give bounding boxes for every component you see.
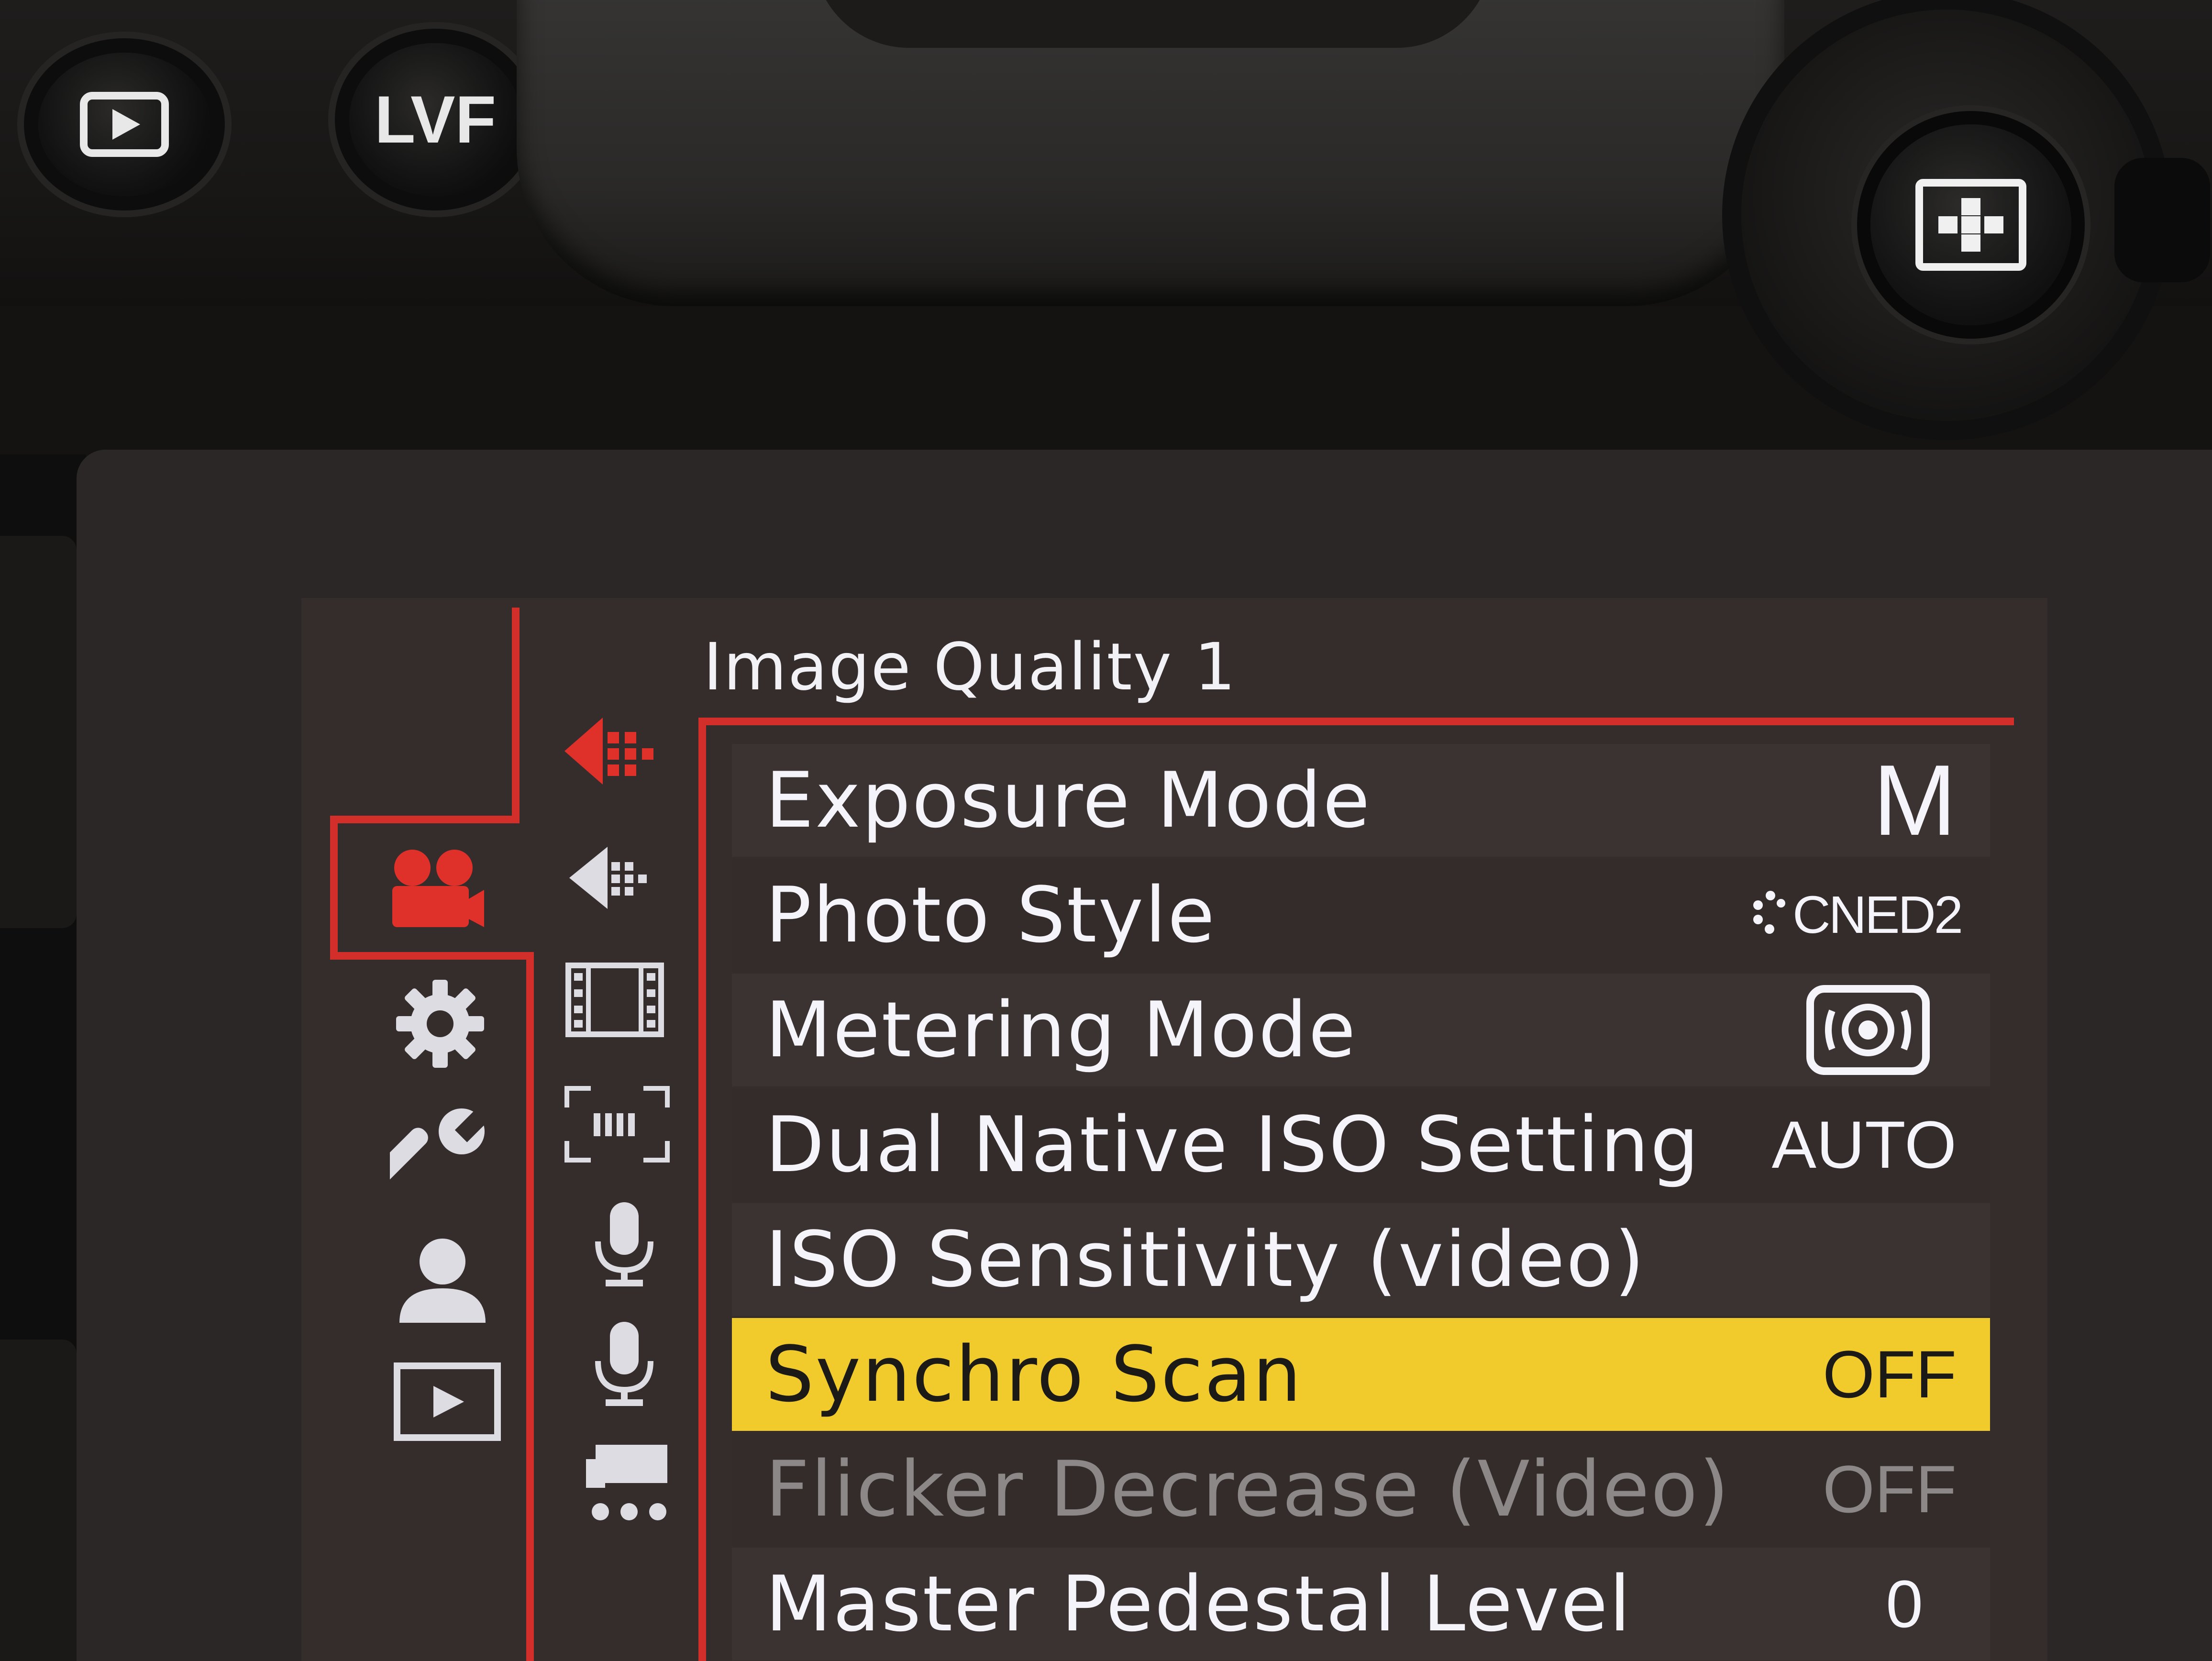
menu-item-label: Metering Mode bbox=[765, 985, 1357, 1074]
hinge-tab bbox=[0, 1340, 77, 1661]
menu-item-label: Master Pedestal Level bbox=[765, 1559, 1632, 1649]
menu-frame-line bbox=[512, 608, 520, 823]
menu-item-label: Dual Native ISO Setting bbox=[765, 1100, 1701, 1189]
menu-item-value: OFF bbox=[1823, 1451, 1957, 1527]
category-my-menu[interactable] bbox=[387, 1225, 498, 1335]
menu-item-label: Exposure Mode bbox=[765, 755, 1371, 845]
focus-icon bbox=[564, 1086, 670, 1163]
af-area-button[interactable] bbox=[1870, 124, 2071, 325]
category-video[interactable] bbox=[373, 842, 498, 938]
menu-item-iso-sensitivity-video[interactable]: ISO Sensitivity (video) bbox=[732, 1203, 1990, 1316]
menu-item-value: 0 bbox=[1886, 1566, 1923, 1641]
gear-icon bbox=[396, 980, 484, 1068]
dial-lever[interactable] bbox=[2114, 158, 2210, 282]
menu-item-dual-native-iso[interactable]: Dual Native ISO Setting AUTO bbox=[732, 1088, 1990, 1201]
subtab-audio-2[interactable] bbox=[579, 1316, 670, 1411]
video-camera-icon bbox=[392, 850, 484, 927]
photo-style-value: CNED2 bbox=[1792, 886, 1963, 944]
menu-item-flicker-decrease[interactable]: Flicker Decrease (Video) OFF bbox=[732, 1433, 1990, 1546]
person-icon bbox=[399, 1239, 486, 1323]
subtab-monitor[interactable] bbox=[579, 1435, 675, 1531]
subtab-image-quality-2[interactable] bbox=[560, 832, 670, 923]
menu-item-label: Photo Style bbox=[765, 870, 1217, 960]
menu-item-exposure-mode[interactable]: Exposure Mode M bbox=[732, 744, 1990, 857]
menu-item-label: ISO Sensitivity (video) bbox=[765, 1215, 1646, 1304]
playback-button[interactable] bbox=[38, 53, 210, 196]
subtab-focus[interactable] bbox=[560, 1081, 675, 1167]
menu-frame-line bbox=[698, 718, 706, 1661]
hinge-tab bbox=[0, 536, 77, 928]
category-custom[interactable] bbox=[383, 971, 498, 1076]
menu-item-synchro-scan[interactable]: Synchro Scan OFF bbox=[732, 1318, 1990, 1431]
monitor-display-icon bbox=[586, 1445, 667, 1520]
lvf-button[interactable]: LVF bbox=[349, 43, 521, 196]
subtab-image-quality-1[interactable] bbox=[555, 703, 670, 799]
photo-style-icon bbox=[1753, 891, 1786, 934]
menu-frame-line bbox=[526, 952, 534, 1661]
menu-item-master-pedestal[interactable]: Master Pedestal Level 0 bbox=[732, 1548, 1990, 1661]
subtab-audio-1[interactable] bbox=[579, 1196, 670, 1292]
menu-item-photo-style[interactable]: Photo Style CNED2 bbox=[732, 859, 1990, 972]
menu-item-value: CNED2 bbox=[1751, 859, 1963, 972]
wrench-icon bbox=[390, 1108, 487, 1185]
category-playback[interactable] bbox=[387, 1354, 507, 1450]
category-setup[interactable] bbox=[383, 1096, 498, 1210]
playback-icon bbox=[80, 92, 169, 157]
microphone-2-icon bbox=[595, 1322, 653, 1406]
menu-item-metering-mode[interactable]: Metering Mode bbox=[732, 974, 1990, 1086]
subtab-video-format[interactable] bbox=[560, 957, 670, 1043]
metering-multiple-icon bbox=[1806, 985, 1930, 1075]
image-quality-2-icon bbox=[569, 847, 647, 909]
image-quality-1-icon bbox=[564, 718, 653, 785]
lvf-label: LVF bbox=[374, 82, 497, 157]
menu-frame-line bbox=[330, 952, 531, 960]
menu-frame-line bbox=[330, 816, 338, 959]
menu-item-value: AUTO bbox=[1771, 1107, 1957, 1182]
menu-frame-line bbox=[698, 718, 2014, 725]
menu-page-title: Image Quality 1 bbox=[703, 630, 1237, 705]
film-strip-icon bbox=[565, 963, 664, 1037]
menu-frame-line bbox=[330, 816, 520, 823]
menu-item-label: Synchro Scan bbox=[765, 1329, 1303, 1419]
menu-item-value: M bbox=[1873, 744, 1957, 856]
af-area-icon bbox=[1915, 179, 2026, 271]
menu-item-label: Flicker Decrease (Video) bbox=[765, 1444, 1731, 1534]
menu-item-value: OFF bbox=[1823, 1337, 1957, 1412]
microphone-1-icon bbox=[595, 1202, 653, 1286]
viewfinder-window bbox=[813, 0, 1493, 48]
playback-icon bbox=[394, 1362, 501, 1441]
menu-item-value bbox=[1803, 974, 1933, 1086]
